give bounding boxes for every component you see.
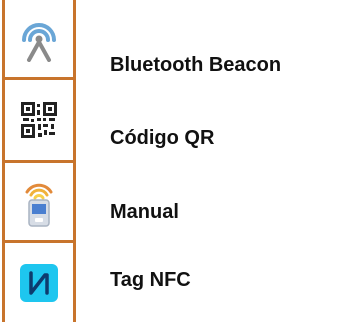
- nfc-tag-icon: [19, 263, 59, 303]
- icon-cell-nfc: [5, 243, 73, 322]
- icon-cell-manual: [5, 163, 73, 240]
- label-bluetooth-beacon: Bluetooth Beacon: [110, 54, 282, 76]
- icon-cell-qr: [5, 80, 73, 160]
- icon-column: [2, 0, 76, 322]
- manual-device-icon: [19, 176, 59, 228]
- bluetooth-beacon-icon: [16, 16, 62, 62]
- label-codigo-qr: Código QR: [110, 127, 215, 149]
- label-manual: Manual: [110, 201, 179, 223]
- icon-cell-bluetooth: [5, 0, 73, 77]
- label-tag-nfc: Tag NFC: [110, 269, 191, 291]
- qr-code-icon: [21, 102, 57, 138]
